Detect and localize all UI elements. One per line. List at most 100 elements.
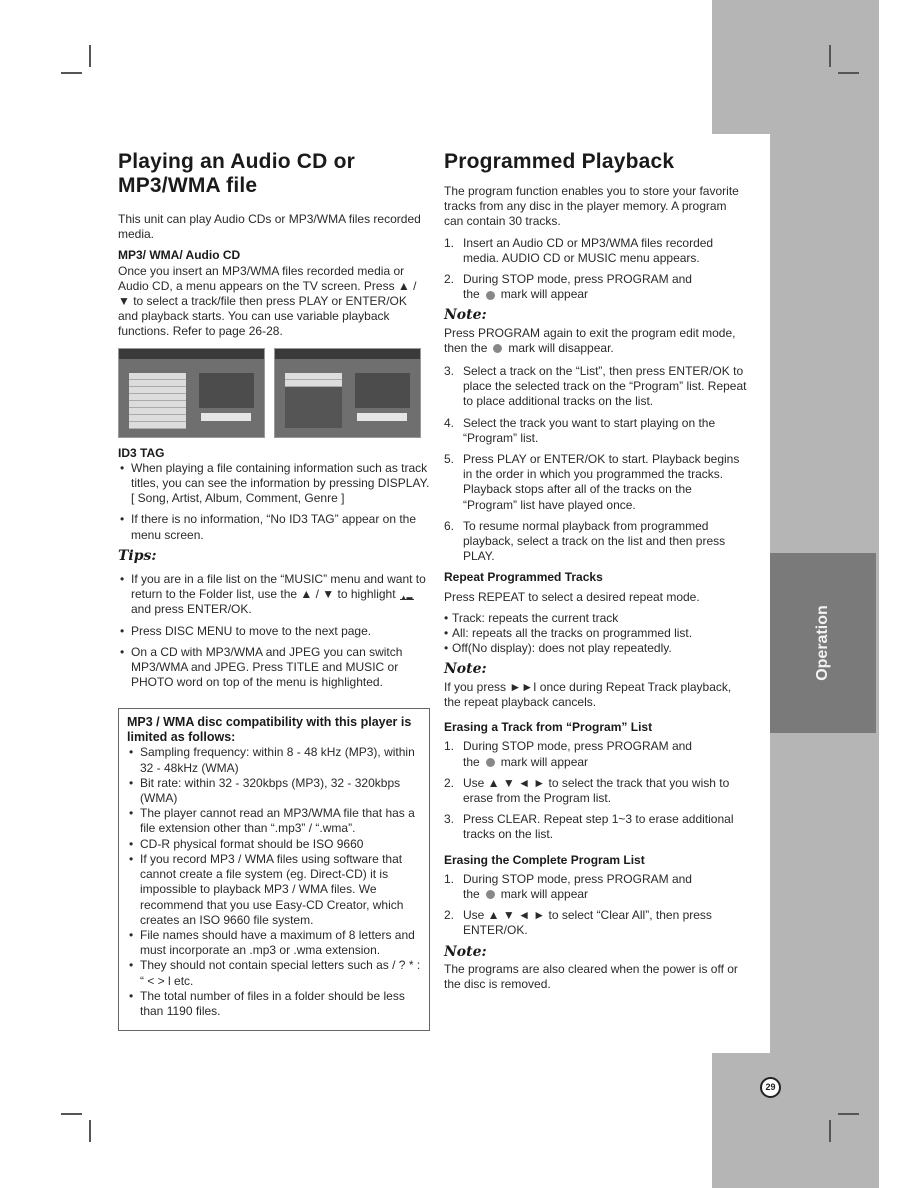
repeat-list: Track: repeats the current track All: re… xyxy=(444,611,747,657)
steps-a: 1. Insert an Audio CD or MP3/WMA files re… xyxy=(444,236,747,303)
tips-list: If you are in a file list on the “MUSIC”… xyxy=(118,572,430,690)
program-mark-icon xyxy=(485,290,495,300)
erase-steps: 1. During STOP mode, press PROGRAM and the… xyxy=(444,739,747,842)
audio-cd-menu-screenshot xyxy=(118,347,265,438)
step-number: 4. xyxy=(444,415,455,430)
note-text: mark will disappear. xyxy=(508,340,614,355)
note1: Press PROGRAM again to exit the program … xyxy=(444,326,747,356)
list-item: CD-R physical format should be ISO 9660 xyxy=(127,837,421,852)
step-text: Use ▲ ▼ ◄ ► to select the track that you… xyxy=(463,775,730,805)
step-number: 5. xyxy=(444,452,455,467)
id3-heading: ID3 TAG xyxy=(118,445,165,460)
step-item: 2. Use ▲ ▼ ◄ ► to select the track that y… xyxy=(444,776,747,806)
step-item: 5. Press PLAY or ENTER/OK to start. Playb… xyxy=(444,452,747,513)
repeat-heading: Repeat Programmed Tracks xyxy=(444,570,603,585)
list-item: On a CD with MP3/WMA and JPEG you can sw… xyxy=(118,645,430,691)
step-text: the xyxy=(463,287,480,302)
step-text: mark will appear xyxy=(500,287,589,302)
music-menu-screenshot xyxy=(274,347,421,438)
crop-mark xyxy=(838,72,859,74)
side-band-bottom xyxy=(712,1053,879,1188)
step-text: Use ▲ ▼ ◄ ► to select “Clear All”, then … xyxy=(463,908,712,938)
step-number: 2. xyxy=(444,908,455,923)
list-item: Press DISC MENU to move to the next page… xyxy=(118,624,430,639)
program-mark-icon xyxy=(493,344,503,354)
mp3-text: Once you insert an MP3/WMA files recorde… xyxy=(118,263,417,339)
list-item: Off(No display): does not play repeatedl… xyxy=(444,641,747,656)
crop-mark xyxy=(829,45,831,67)
step-text: During STOP mode, press PROGRAM and xyxy=(463,272,692,287)
crop-mark xyxy=(61,72,82,74)
compatibility-box: MP3 / WMA disc compatibility with this p… xyxy=(118,708,430,1032)
crop-mark xyxy=(89,1120,91,1142)
step-text: Select the track you want to start playi… xyxy=(463,415,716,445)
list-item: The total number of files in a folder sh… xyxy=(127,989,421,1019)
step-text: Press PLAY or ENTER/OK to start. Playbac… xyxy=(463,452,740,512)
right-column: Programmed Playback The program function… xyxy=(444,150,747,998)
list-item: They should not contain special letters … xyxy=(127,958,421,988)
repeat-text: Press REPEAT to select a desired repeat … xyxy=(444,589,700,604)
step-text: Select a track on the “List”, then press… xyxy=(463,364,747,409)
list-item: If there is no information, “No ID3 TAG”… xyxy=(118,512,430,542)
step-number: 6. xyxy=(444,518,455,533)
step-text: mark will appear xyxy=(500,754,589,769)
step-item: 1. Insert an Audio CD or MP3/WMA files re… xyxy=(444,236,747,266)
compatibility-heading: MP3 / WMA disc compatibility with this p… xyxy=(127,715,412,745)
crop-mark xyxy=(838,1113,859,1115)
step-text: the xyxy=(463,754,480,769)
step-number: 3. xyxy=(444,364,455,379)
list-item: Track: repeats the current track xyxy=(444,611,747,626)
side-band-top xyxy=(712,0,879,134)
right-intro: The program function enables you to stor… xyxy=(444,184,739,229)
section-tab: Operation xyxy=(770,553,876,733)
step-number: 1. xyxy=(444,871,455,886)
step-item: 3. Press CLEAR. Repeat step 1~3 to erase … xyxy=(444,812,747,842)
steps-b: 3. Select a track on the “List”, then pre… xyxy=(444,364,747,564)
left-title: Playing an Audio CD or MP3/WMA file xyxy=(118,150,355,197)
step-item: 4. Select the track you want to start pla… xyxy=(444,416,747,446)
note-heading: Note: xyxy=(444,307,487,324)
list-item: Sampling frequency: within 8 - 48 kHz (M… xyxy=(127,745,421,775)
right-title: Programmed Playback xyxy=(444,150,675,173)
left-column: Playing an Audio CD or MP3/WMA file This… xyxy=(118,150,430,1032)
note3: The programs are also cleared when the p… xyxy=(444,961,738,991)
list-item: The player cannot read an MP3/WMA file t… xyxy=(127,806,421,836)
list-item: When playing a file containing informati… xyxy=(118,461,430,507)
list-item: All: repeats all the tracks on programme… xyxy=(444,626,747,641)
step-item: 1. During STOP mode, press PROGRAM and the… xyxy=(444,739,747,769)
id3-list: When playing a file containing informati… xyxy=(118,461,430,543)
step-text: the xyxy=(463,886,480,901)
step-text: During STOP mode, press PROGRAM and xyxy=(463,739,692,754)
compatibility-list: Sampling frequency: within 8 - 48 kHz (M… xyxy=(127,745,421,1019)
tip1-after: and press ENTER/OK. xyxy=(131,602,252,617)
note-heading: Note: xyxy=(444,661,487,678)
note2: If you press ►►I once during Repeat Trac… xyxy=(444,679,732,709)
erase-heading: Erasing a Track from “Program” List xyxy=(444,720,653,735)
step-item: 2. Use ▲ ▼ ◄ ► to select “Clear All”, the… xyxy=(444,908,747,938)
tips-heading: Tips: xyxy=(118,547,157,564)
section-tab-label: Operation xyxy=(814,605,831,681)
crop-mark xyxy=(89,45,91,67)
step-item: 2. During STOP mode, press PROGRAM and the… xyxy=(444,272,747,302)
menu-screenshots xyxy=(118,347,430,438)
list-item: File names should have a maximum of 8 le… xyxy=(127,928,421,958)
clear-heading: Erasing the Complete Program List xyxy=(444,852,645,867)
step-number: 3. xyxy=(444,812,455,827)
step-number: 1. xyxy=(444,739,455,754)
tip1-before: If you are in a file list on the “MUSIC”… xyxy=(131,572,426,602)
step-number: 2. xyxy=(444,775,455,790)
step-text: During STOP mode, press PROGRAM and xyxy=(463,871,692,886)
step-text: mark will appear xyxy=(500,886,589,901)
step-number: 2. xyxy=(444,272,455,287)
list-item: If you record MP3 / WMA files using soft… xyxy=(127,852,421,928)
note-heading: Note: xyxy=(444,943,487,960)
list-item: If you are in a file list on the “MUSIC”… xyxy=(118,572,430,618)
program-mark-icon xyxy=(485,890,495,900)
step-number: 1. xyxy=(444,235,455,250)
page-number: 29 xyxy=(760,1077,781,1098)
step-text: To resume normal playback from programme… xyxy=(463,518,726,564)
step-text: Insert an Audio CD or MP3/WMA files reco… xyxy=(463,235,714,265)
step-text: Press CLEAR. Repeat step 1~3 to erase ad… xyxy=(463,812,734,842)
crop-mark xyxy=(829,1120,831,1142)
list-item: Bit rate: within 32 - 320kbps (MP3), 32 … xyxy=(127,776,421,806)
